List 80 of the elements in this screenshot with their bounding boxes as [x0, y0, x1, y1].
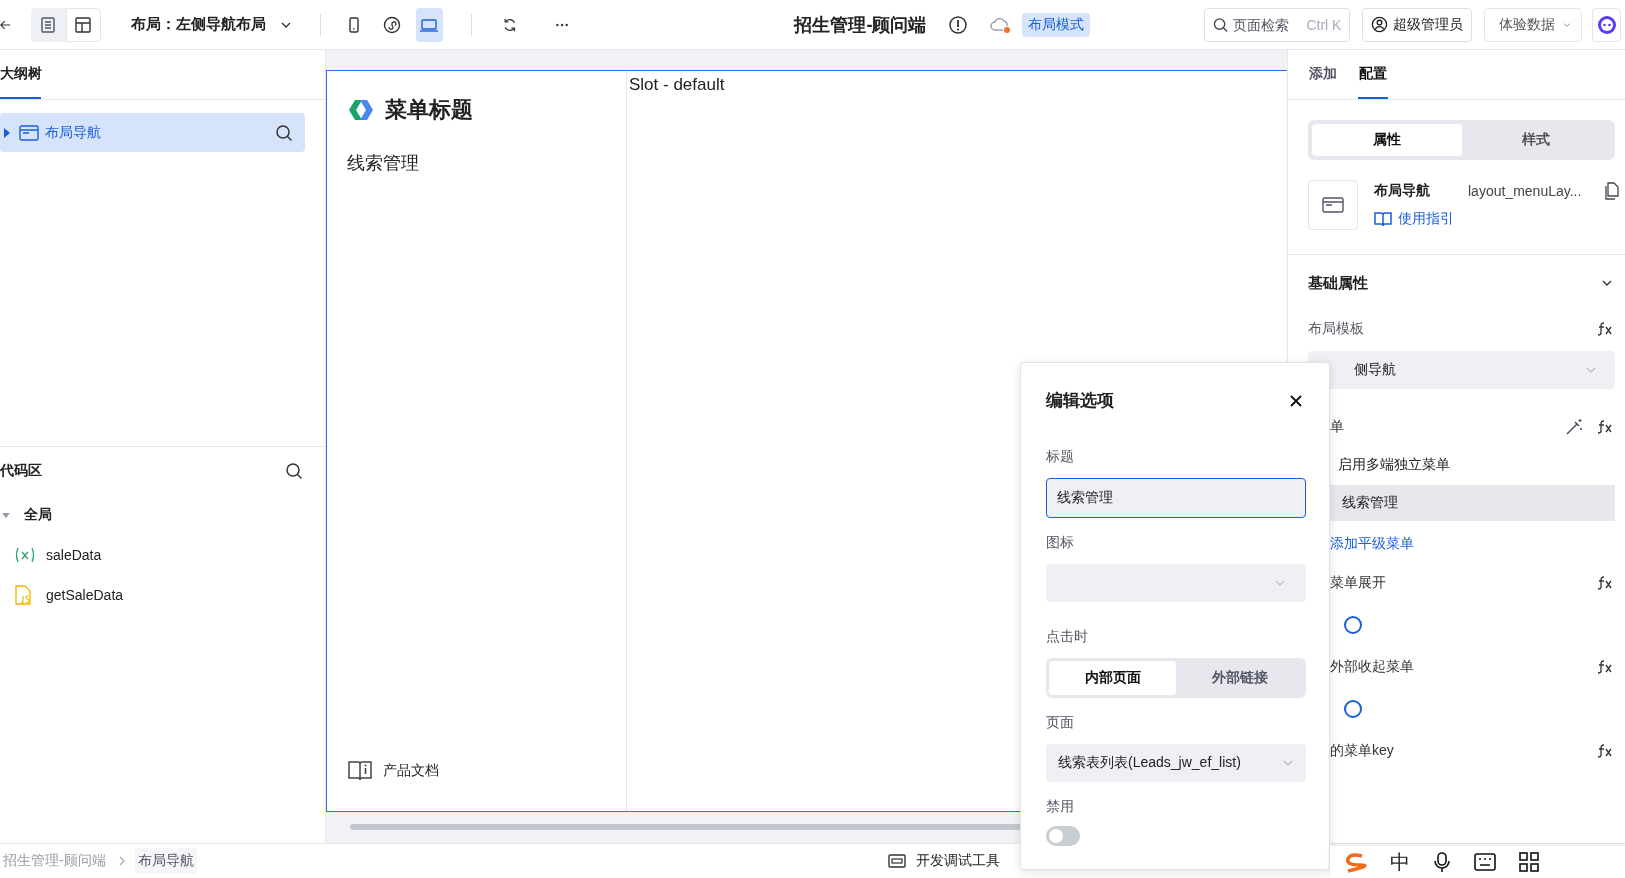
component-thumbnail	[1308, 180, 1358, 230]
search-icon[interactable]	[285, 462, 303, 480]
field-label: 禁用	[1046, 798, 1074, 816]
segment-tab[interactable]: 外部链接	[1176, 661, 1303, 695]
ime-mode[interactable]: 中	[1390, 848, 1410, 876]
logo-icon	[347, 98, 375, 122]
segment-tab[interactable]: 内部页面	[1049, 661, 1176, 695]
toggle-switch[interactable]	[1344, 700, 1362, 718]
magic-wand-icon[interactable]	[1565, 418, 1583, 436]
list-view-button[interactable]	[30, 7, 66, 42]
field-label: 点击时	[1046, 628, 1088, 646]
breadcrumb[interactable]: 布局导航	[134, 848, 197, 874]
window-icon	[19, 124, 39, 141]
menu-item[interactable]: 线索管理	[347, 151, 626, 175]
component-id: layout_menuLay...	[1468, 183, 1583, 199]
book-icon	[1374, 211, 1392, 227]
user-button[interactable]: 超级管理员	[1362, 7, 1473, 42]
code-group[interactable]: 全局	[0, 495, 325, 535]
field-label: 菜单展开	[1330, 574, 1386, 592]
slot-label: Slot - default	[629, 75, 725, 95]
formula-icon[interactable]	[1597, 322, 1613, 336]
microphone-icon[interactable]	[1432, 851, 1452, 873]
formula-icon[interactable]	[1597, 660, 1613, 674]
layout-selector[interactable]: 布局：左侧导航布局	[130, 15, 292, 34]
console-icon	[888, 854, 906, 868]
dialog-title: 编辑选项	[1046, 390, 1114, 412]
section-header[interactable]: 基础属性	[1308, 259, 1625, 307]
mode-badge: 布局模式	[1022, 12, 1091, 37]
grid-view-button[interactable]	[65, 7, 101, 42]
grid-icon[interactable]	[1518, 851, 1540, 873]
toggle-switch[interactable]	[1344, 616, 1362, 634]
robot-face-icon	[1595, 13, 1618, 36]
tree-item[interactable]: 布局导航	[0, 113, 305, 152]
usage-guide-link[interactable]: 使用指引	[1374, 210, 1619, 228]
code-area-title: 代码区	[0, 462, 42, 480]
app-title: 招生管理-顾问端	[794, 13, 927, 37]
layout-icon	[74, 15, 93, 34]
field-label: 页面	[1046, 714, 1074, 732]
search-icon	[1213, 16, 1229, 33]
title-input[interactable]: 线索管理	[1046, 478, 1306, 518]
shortcut-hint: Ctrl K	[1306, 16, 1342, 33]
field-label: 布局模板	[1308, 320, 1364, 338]
code-item[interactable]: saleData	[0, 535, 325, 575]
formula-icon[interactable]	[1597, 420, 1613, 434]
component-name: 布局导航	[1374, 182, 1431, 200]
docs-link[interactable]: 产品文档	[383, 762, 439, 780]
field-label: 图标	[1046, 534, 1074, 552]
formula-icon[interactable]	[1597, 744, 1613, 758]
segment-tab[interactable]: 样式	[1461, 124, 1611, 156]
layout-template-select[interactable]: 侧导航	[1308, 351, 1615, 389]
panel-tab[interactable]: 配置	[1358, 51, 1388, 99]
page-select[interactable]: 线索表列表(Leads_jw_ef_list)	[1046, 744, 1306, 782]
desktop-view-button[interactable]	[415, 7, 443, 42]
list-icon	[39, 15, 58, 34]
panel-tab[interactable]: 添加	[1308, 51, 1338, 99]
info-icon[interactable]	[948, 14, 969, 35]
formula-icon[interactable]	[1597, 576, 1613, 590]
mini-program-icon	[382, 15, 401, 34]
data-selector[interactable]: 体验数据	[1484, 7, 1583, 42]
caret-icon[interactable]	[3, 127, 11, 138]
field-label: 标题	[1046, 448, 1074, 466]
book-icon[interactable]	[347, 759, 373, 783]
checkbox-label[interactable]: 启用多端独立菜单	[1338, 456, 1450, 474]
field-label: 的菜单key	[1330, 742, 1394, 760]
field-label: 外部收起菜单	[1330, 658, 1414, 676]
caret-icon[interactable]	[2, 511, 10, 519]
keyboard-icon[interactable]	[1474, 852, 1496, 872]
menu-title: 菜单标题	[385, 96, 473, 124]
close-icon[interactable]	[1290, 394, 1302, 407]
devtools-button[interactable]: 开发调试工具	[888, 852, 1000, 870]
field-label: 单	[1330, 418, 1344, 436]
copy-icon[interactable]	[1603, 182, 1619, 200]
user-icon	[1371, 16, 1389, 33]
cloud-icon[interactable]	[990, 15, 1013, 34]
segment-tab[interactable]: 属性	[1312, 124, 1462, 156]
assistant-button[interactable]	[1592, 7, 1621, 42]
more-icon[interactable]	[555, 21, 570, 28]
search-icon[interactable]	[275, 123, 293, 142]
code-item[interactable]: getSaleData	[0, 575, 325, 615]
panel-tab[interactable]: 大纲树	[0, 51, 41, 99]
